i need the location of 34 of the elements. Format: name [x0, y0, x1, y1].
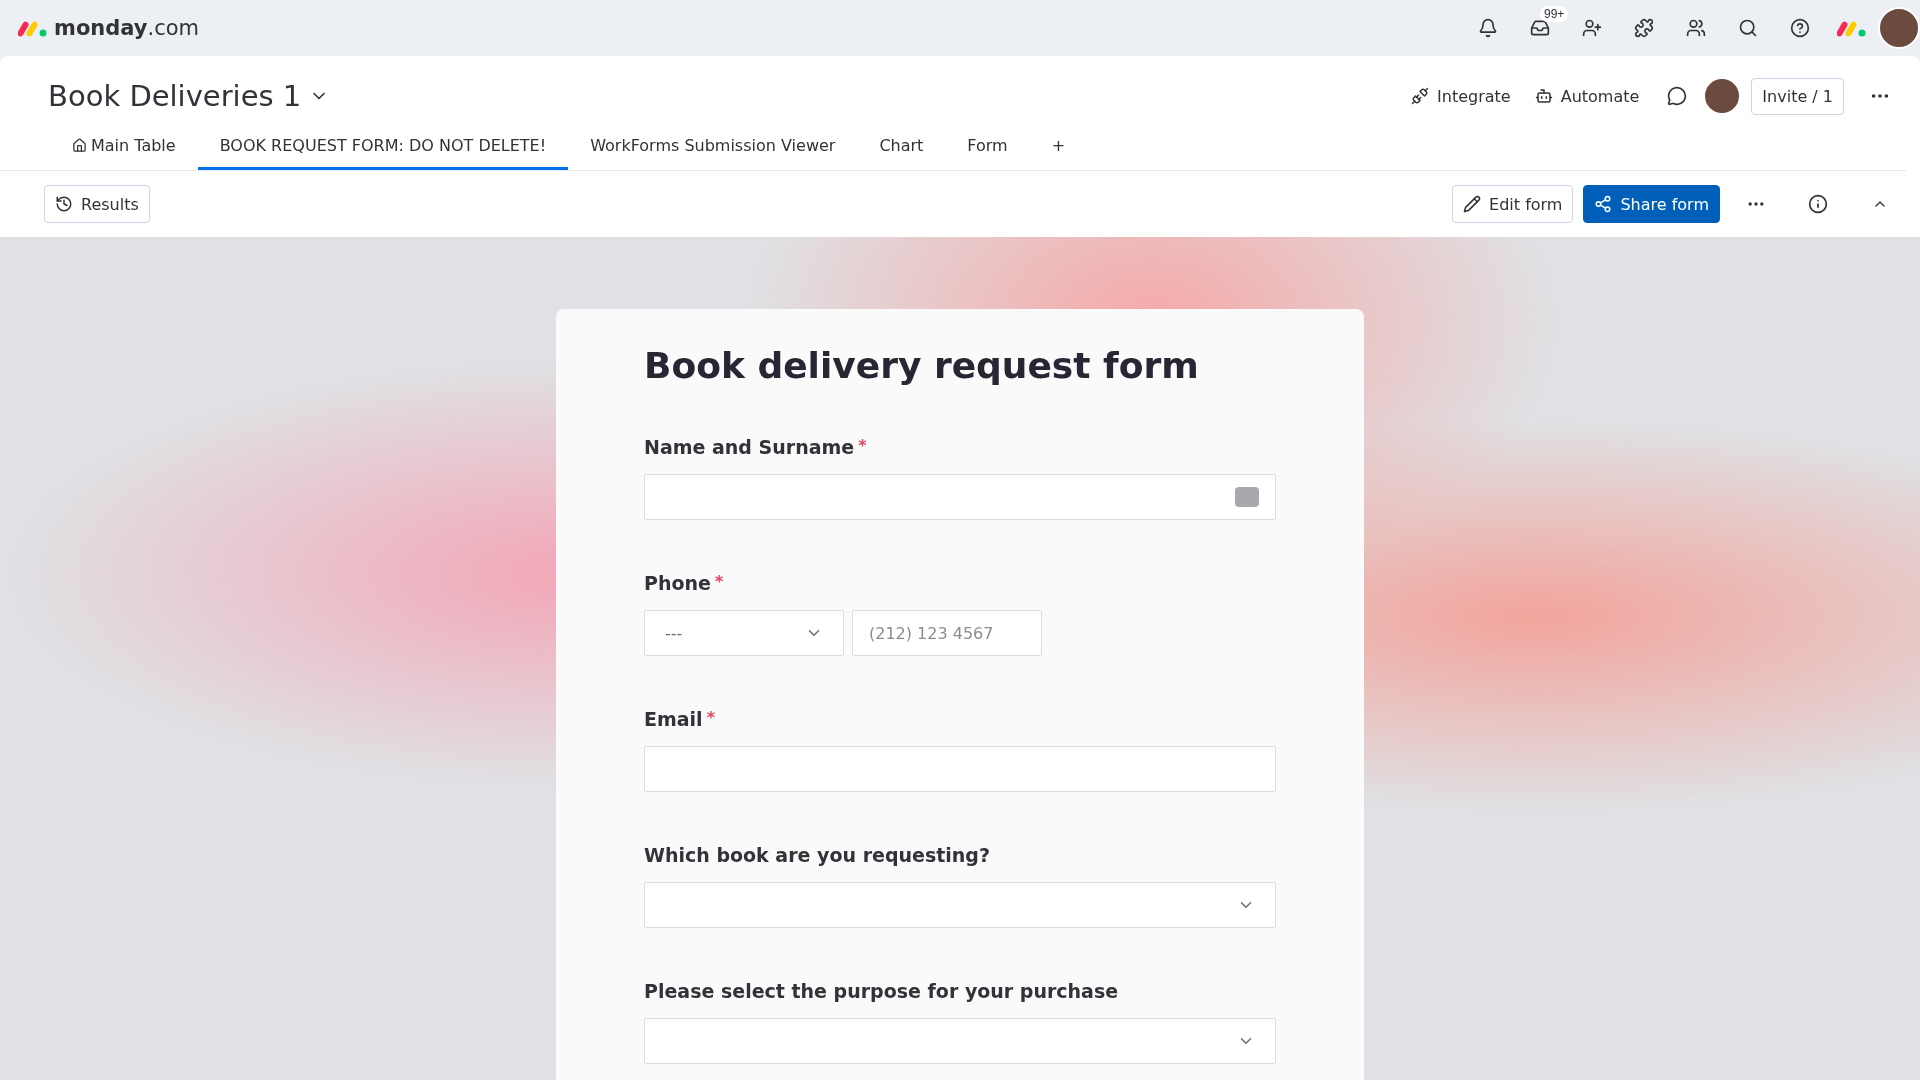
field-label: Which book are you requesting? [644, 844, 991, 866]
country-code-dropdown[interactable]: --- [644, 610, 844, 656]
view-tab[interactable]: Chart [857, 136, 946, 170]
integrate-button[interactable]: Integrate [1399, 80, 1523, 112]
field-label: Phone * [644, 572, 725, 594]
user-avatar[interactable] [1878, 7, 1920, 49]
share-icon [1594, 195, 1613, 213]
automate-button[interactable]: Automate [1522, 80, 1652, 112]
form-title: Book delivery request form [644, 345, 1200, 386]
view-tab[interactable]: BOOK REQUEST FORM: DO NOT DELETE! [197, 136, 569, 170]
invite-button[interactable]: Invite / 1 [1751, 77, 1844, 115]
field-label: Please select the purpose for your purchase [644, 980, 1120, 1002]
pencil-icon [1463, 195, 1482, 213]
field-label: Email * [644, 708, 716, 730]
home-icon [72, 138, 87, 153]
edit-form-button[interactable]: Edit form [1452, 185, 1574, 223]
robot-icon [1534, 87, 1553, 105]
inbox-icon [1530, 18, 1550, 38]
count-badge: 99+ [1540, 6, 1569, 22]
board-title: Book Deliveries 1 [48, 79, 302, 113]
view-tab[interactable]: Form [945, 136, 1030, 170]
email-input-field[interactable] [644, 746, 1276, 792]
history-icon [55, 195, 73, 213]
unplug-icon [1411, 87, 1430, 105]
dropdown-field[interactable] [644, 882, 1276, 928]
add-view-button[interactable]: + [1029, 136, 1088, 170]
logo-text: monday.com [54, 16, 200, 40]
dropdown-field[interactable] [644, 1018, 1276, 1064]
results-button[interactable]: Results [44, 185, 150, 223]
field-label: Name and Surname * [644, 436, 868, 458]
view-tab[interactable]: Main Table [50, 136, 198, 170]
share-form-button[interactable]: Share form [1583, 185, 1720, 223]
view-tab[interactable]: WorkForms Submission Viewer [568, 136, 858, 170]
text-input-field[interactable] [644, 474, 1276, 520]
